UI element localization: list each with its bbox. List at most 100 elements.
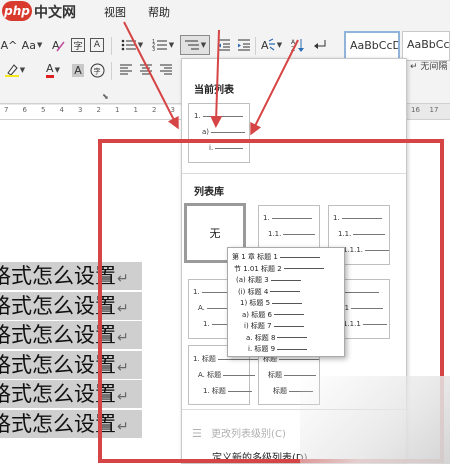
preview-line-label: (i) 标题 4 bbox=[238, 287, 269, 296]
thumb-line-label: 1. bbox=[263, 214, 270, 222]
thumb-line-label: 1.1. bbox=[338, 230, 352, 238]
thumb-line-label: 1. bbox=[194, 112, 201, 120]
bullets-icon bbox=[121, 39, 136, 51]
thumb-rule bbox=[351, 307, 384, 309]
watermark-fade bbox=[300, 376, 450, 464]
document-line-text: 格式怎么设置 bbox=[0, 352, 116, 377]
svg-text:3: 3 bbox=[152, 47, 155, 52]
document-line[interactable]: 格式怎么设置↵ bbox=[0, 409, 142, 438]
chevron-down-icon: ▼ bbox=[200, 41, 207, 49]
align-left-icon bbox=[120, 64, 132, 75]
align-center-button[interactable] bbox=[138, 60, 154, 80]
preview-line-label: (a) 标题 3 bbox=[236, 276, 269, 284]
clear-format-button[interactable]: A bbox=[50, 35, 66, 55]
menu-bar: php 中文网 视图 帮助 bbox=[0, 0, 450, 22]
preview-line-label: i) 标题 7 bbox=[244, 322, 272, 330]
preview-line-label: 1) 标题 5 bbox=[240, 299, 271, 307]
document-line[interactable]: 格式怎么设置↵ bbox=[0, 380, 142, 408]
divider bbox=[255, 37, 256, 55]
thumb-line-label: 1. 标题 bbox=[203, 387, 226, 395]
thumb-rule bbox=[215, 147, 244, 149]
style-no-spacing[interactable]: AaBbCc bbox=[402, 31, 450, 61]
preview-rule bbox=[283, 268, 324, 269]
char-shading-button[interactable]: A bbox=[70, 60, 86, 80]
style-normal[interactable]: AaBbCcDc bbox=[344, 31, 400, 61]
document-line[interactable]: 格式怎么设置↵ bbox=[0, 321, 142, 349]
ruler-number: 3 bbox=[170, 106, 175, 114]
thumb-line-label: 1.1.1. bbox=[343, 246, 364, 254]
thumb-rule bbox=[271, 217, 312, 219]
preview-rule bbox=[273, 325, 304, 327]
document-line[interactable]: 格式怎么设置↵ bbox=[0, 350, 142, 379]
preview-line: 1) 标题 5 bbox=[240, 298, 303, 308]
ruler-number: 5 bbox=[41, 106, 46, 114]
preview-rule bbox=[270, 291, 301, 292]
svg-text:Z: Z bbox=[291, 46, 295, 52]
phonetic-guide-button[interactable]: 字 bbox=[71, 38, 85, 52]
thumb-line-label: 1.1. bbox=[268, 230, 282, 238]
bullets-button[interactable]: ▼ bbox=[118, 35, 146, 55]
thumb-line-label: 1. bbox=[203, 320, 210, 328]
decrease-indent-button[interactable] bbox=[216, 35, 232, 55]
align-right-button[interactable] bbox=[158, 60, 174, 80]
tab-help[interactable]: 帮助 bbox=[148, 4, 170, 20]
multilevel-list-button[interactable]: ▼ bbox=[180, 35, 210, 55]
thumb-rule bbox=[279, 358, 319, 360]
change-list-level-item[interactable]: ☰ 更改列表级别(C) bbox=[192, 425, 286, 440]
paragraph-mark-icon: ↵ bbox=[117, 389, 129, 405]
thumb-rule bbox=[362, 323, 387, 325]
thumb-line-label: A. bbox=[198, 304, 205, 312]
preview-line: i. 标题 9 bbox=[248, 344, 308, 354]
thumb-rule bbox=[217, 358, 258, 360]
document-line[interactable]: 格式怎么设置↵ bbox=[0, 291, 142, 320]
paragraph-mark-icon: ↵ bbox=[117, 418, 129, 435]
divider bbox=[182, 173, 406, 174]
grow-font-label: A^ bbox=[0, 38, 18, 52]
paragraph-mark-icon: ↵ bbox=[117, 300, 129, 317]
dialog-launcher-icon[interactable]: ⬊ bbox=[102, 92, 109, 101]
current-list-title: 当前列表 bbox=[194, 85, 234, 96]
grow-font-button[interactable]: A^ bbox=[0, 35, 18, 55]
decrease-indent-icon bbox=[218, 39, 230, 51]
preview-rule bbox=[273, 314, 304, 315]
show-marks-button[interactable] bbox=[312, 35, 328, 55]
enclose-char-button[interactable]: 字 bbox=[89, 60, 105, 80]
char-border-button[interactable]: A bbox=[90, 38, 104, 52]
logo-mark: php bbox=[2, 1, 32, 21]
chevron-down-icon: ▼ bbox=[137, 41, 144, 49]
ruler-number: 3 bbox=[78, 106, 83, 114]
increase-indent-button[interactable] bbox=[236, 35, 252, 55]
font-color-label: A bbox=[46, 62, 54, 78]
ruler-number: 1 bbox=[133, 106, 138, 114]
numbering-button[interactable]: 123 ▼ bbox=[149, 35, 177, 55]
thumb-line: 1. 标题 bbox=[203, 386, 252, 396]
ruler-number: 2 bbox=[152, 106, 157, 114]
change-case-button[interactable]: Aa ▼ bbox=[19, 35, 45, 55]
indent-list-icon: ☰ bbox=[192, 427, 202, 440]
current-list-thumb[interactable]: 1. a) i. bbox=[188, 103, 250, 163]
enclose-char-icon: 字 bbox=[90, 63, 104, 77]
highlight-color-button[interactable]: ▼ bbox=[4, 60, 26, 80]
thumb-line-label: A. 标题 bbox=[198, 371, 222, 379]
change-list-level-label: 更改列表级别(C) bbox=[211, 429, 286, 440]
thumb-rule bbox=[227, 390, 252, 392]
document-line[interactable]: 格式怎么设置↵ bbox=[0, 262, 142, 290]
preview-line-label: 节 1.01 标题 2 bbox=[234, 264, 282, 273]
return-arrow-icon bbox=[314, 40, 326, 49]
align-left-button[interactable] bbox=[118, 60, 134, 80]
font-color-button[interactable]: A ▼ bbox=[40, 60, 66, 80]
preview-rule bbox=[272, 302, 303, 304]
paragraph-mark-icon: ↵ bbox=[117, 359, 129, 376]
tab-view[interactable]: 视图 bbox=[104, 4, 126, 20]
thumb-rule bbox=[202, 115, 243, 117]
sort-button[interactable]: AZ bbox=[290, 35, 306, 55]
svg-text:字: 字 bbox=[93, 66, 100, 75]
thumb-line-label: 1. 标题 bbox=[193, 355, 216, 363]
change-case-label: Aa bbox=[21, 38, 36, 52]
ruler-number: 6 bbox=[22, 106, 27, 114]
chevron-down-icon: ▼ bbox=[19, 66, 26, 74]
paragraph-mark-icon: ↵ bbox=[117, 271, 129, 287]
thumb-rule bbox=[365, 249, 390, 251]
asian-layout-button[interactable]: A ▼ bbox=[258, 35, 284, 55]
clear-format-icon: A bbox=[52, 39, 65, 52]
